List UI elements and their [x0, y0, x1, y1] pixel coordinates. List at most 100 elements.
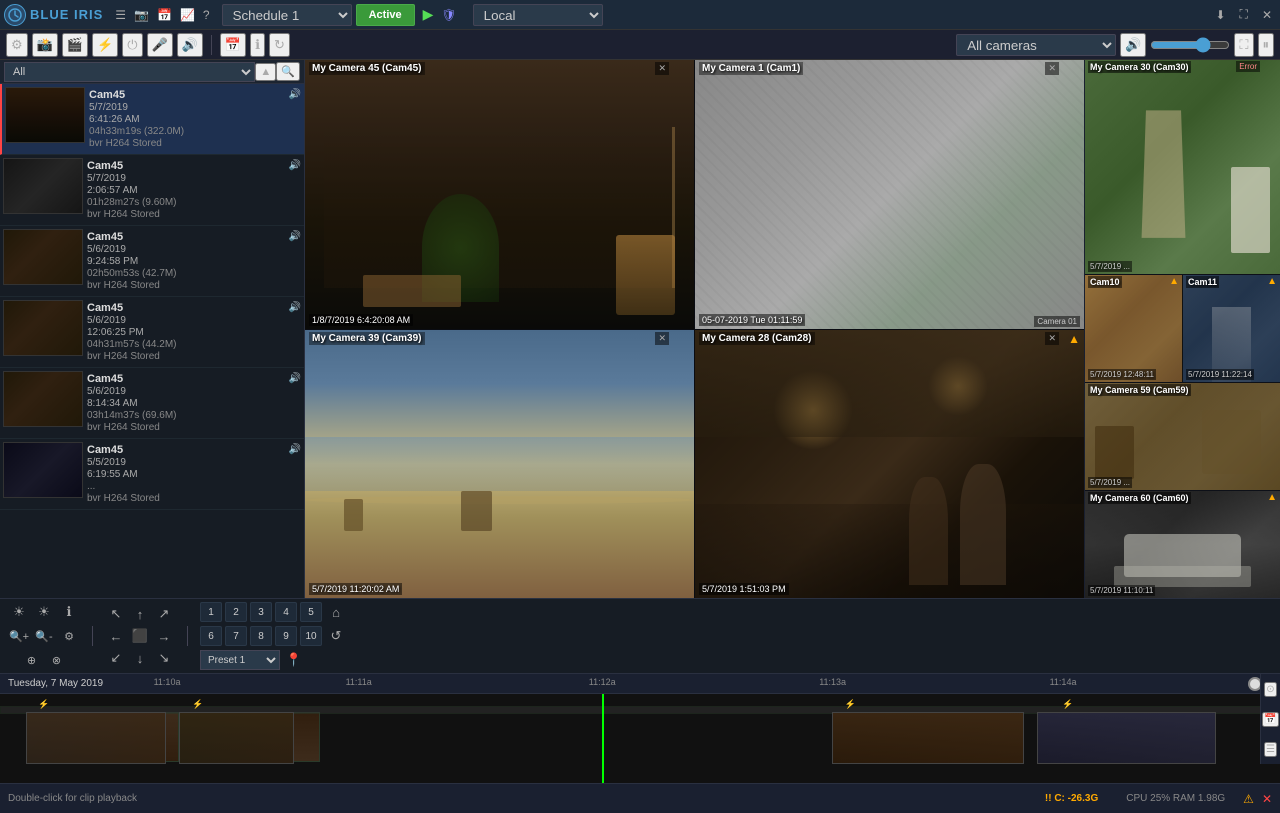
sidebar-zoom-in[interactable]: 🔍 — [276, 62, 300, 81]
clip-item-0[interactable]: Cam45 5/7/2019 6:41:26 AM 04h33m19s (322… — [0, 84, 304, 155]
preset-9[interactable]: 9 — [275, 626, 297, 646]
cycle-btn[interactable]: ↺ — [325, 626, 347, 646]
status-bar: Double-click for clip playback !! C: -26… — [0, 783, 1280, 813]
zoom-out-btn[interactable]: 🔍- — [33, 626, 55, 646]
cam28-label: My Camera 28 (Cam28) — [699, 332, 815, 345]
camera-cell-cam1[interactable]: Camera 01 My Camera 1 (Cam1) 05-07-2019 … — [695, 60, 1084, 329]
ptz-center[interactable]: ⬛ — [129, 626, 151, 646]
camera-cell-cam10[interactable]: Cam10 ▲ 5/7/2019 12:48:11 — [1085, 275, 1182, 382]
thumb-3[interactable] — [832, 712, 1024, 764]
ptz-down[interactable]: ↓ — [129, 648, 151, 668]
tl-calendar[interactable]: 📅 — [1262, 712, 1278, 727]
clip-item-1[interactable]: Cam45 5/7/2019 2:06:57 AM 01h28m27s (9.6… — [0, 155, 304, 226]
zoom-in2-btn[interactable]: ⊕ — [21, 650, 43, 670]
zoom-out2-btn[interactable]: ⊗ — [46, 650, 68, 670]
expand-icon[interactable]: ⛶ — [1234, 33, 1253, 57]
preset-3[interactable]: 3 — [250, 602, 272, 622]
power-icon[interactable]: ⏻ — [122, 33, 142, 57]
ptz-left[interactable]: ← — [105, 626, 127, 646]
clip-info-5: Cam45 5/5/2019 6:19:55 AM ... bvr H264 S… — [83, 442, 289, 506]
tl-goto-start[interactable]: ⊙ — [1264, 682, 1276, 697]
controls-bar: ☀ ☀ ℹ 🔍+ 🔍- ⚙ ⊕ ⊗ ↖ ↑ ↗ ← ⬛ → ↙ ↓ ↘ 1 2 … — [0, 598, 1280, 673]
preset-1[interactable]: 1 — [200, 602, 222, 622]
filter-select[interactable]: All — [4, 62, 255, 82]
schedule-icon[interactable]: 📅 — [153, 6, 176, 24]
active-button[interactable]: Active — [356, 4, 415, 26]
time-marker-3: 11:12a — [589, 677, 616, 687]
sidebar-scroll-up[interactable]: ▲ — [255, 63, 276, 81]
trigger-icon[interactable]: ⚡ — [92, 33, 118, 57]
volume-icon[interactable]: 🔊 — [1120, 33, 1146, 57]
settings-icon[interactable]: ⚙ — [6, 33, 28, 57]
clip-item-2[interactable]: Cam45 5/6/2019 9:24:58 PM 02h50m53s (42.… — [0, 226, 304, 297]
snapshot-icon[interactable]: 📸 — [32, 33, 58, 57]
audio-icon[interactable]: 🔊 — [177, 33, 203, 57]
cam39-corner: ✕ — [655, 332, 669, 345]
camera-cell-cam11[interactable]: Cam11 ▲ 5/7/2019 11:22:14 — [1182, 275, 1280, 382]
camera-cell-cam45[interactable]: My Camera 45 (Cam45) 1/8/7/2019 6:4:20:0… — [305, 60, 694, 329]
ptz-upleft[interactable]: ↖ — [105, 604, 127, 624]
preset-7[interactable]: 7 — [225, 626, 247, 646]
clip-item-4[interactable]: Cam45 5/6/2019 8:14:34 AM 03h14m37s (69.… — [0, 368, 304, 439]
ptz-upright[interactable]: ↗ — [153, 604, 175, 624]
thumb-2[interactable] — [179, 712, 294, 764]
info-btn[interactable]: ℹ — [58, 602, 80, 622]
chart-icon[interactable]: 📈 — [176, 6, 199, 24]
sidebar-scroll[interactable]: Cam45 5/7/2019 6:41:26 AM 04h33m19s (322… — [0, 84, 304, 598]
camera-cell-cam60[interactable]: My Camera 60 (Cam60) ▲ 5/7/2019 11:10:11 — [1085, 491, 1280, 598]
clip-time-3: 12:06:25 PM — [87, 327, 285, 338]
zoom-in-btn[interactable]: 🔍+ — [8, 626, 30, 646]
pause-icon[interactable]: ⏸ — [1258, 33, 1275, 57]
ptz-downleft[interactable]: ↙ — [105, 648, 127, 668]
camera-cell-cam39[interactable]: My Camera 39 (Cam39) 5/7/2019 11:20:02 A… — [305, 330, 694, 599]
clip-name-5: Cam45 — [87, 444, 285, 456]
schedule-dropdown[interactable]: Schedule 1 — [222, 4, 352, 26]
camera-cell-cam30[interactable]: My Camera 30 (Cam30) Error 5/7/2019 ... — [1085, 60, 1280, 274]
status-close-btn[interactable]: ✕ — [1262, 792, 1272, 806]
close-icon[interactable]: ✕ — [1258, 6, 1276, 24]
calendar-icon[interactable]: 📅 — [220, 33, 246, 57]
clip-date-3: 5/6/2019 — [87, 315, 285, 326]
mic-icon[interactable]: 🎤 — [147, 33, 173, 57]
location-select[interactable]: Local — [473, 4, 603, 26]
info-icon[interactable]: ℹ — [250, 33, 265, 57]
preset-select[interactable]: Preset 1 — [200, 650, 280, 670]
clip-item-3[interactable]: Cam45 5/6/2019 12:06:25 PM 04h31m57s (44… — [0, 297, 304, 368]
shield-button[interactable]: 🛡 — [437, 6, 460, 24]
location-pin-btn[interactable]: 📍 — [283, 650, 305, 670]
preset-10[interactable]: 10 — [300, 626, 322, 646]
motion-marker-2: ⚡ — [192, 699, 203, 710]
timeline-cursor[interactable] — [602, 694, 604, 783]
menu-icon[interactable]: ☰ — [111, 6, 130, 24]
refresh-icon[interactable]: ↻ — [269, 33, 290, 57]
status-warn-icon: ⚠ — [1243, 792, 1254, 806]
record-icon[interactable]: 🎬 — [62, 33, 88, 57]
all-cameras-select[interactable]: All cameras — [956, 34, 1116, 56]
thumb-4[interactable] — [1037, 712, 1216, 764]
volume-slider[interactable] — [1150, 37, 1230, 53]
ptz-right[interactable]: → — [153, 626, 175, 646]
brightness-low-btn[interactable]: ☀ — [8, 602, 30, 622]
preset-2[interactable]: 2 — [225, 602, 247, 622]
timeline-right-buttons: ⊙ 📅 ☰ — [1260, 674, 1280, 764]
preset-6[interactable]: 6 — [200, 626, 222, 646]
tl-list[interactable]: ☰ — [1264, 742, 1277, 757]
help-icon[interactable]: ? — [199, 6, 214, 24]
ptz-downright[interactable]: ↘ — [153, 648, 175, 668]
play-button[interactable]: ▶ — [419, 4, 438, 25]
timeline-scroll[interactable]: ⚡ ⚡ ⚡ ⚡ — [0, 694, 1280, 783]
camera-icon[interactable]: 📷 — [130, 6, 153, 24]
ptz-up[interactable]: ↑ — [129, 604, 151, 624]
preset-5[interactable]: 5 — [300, 602, 322, 622]
settings2-btn[interactable]: ⚙ — [58, 626, 80, 646]
preset-4[interactable]: 4 — [275, 602, 297, 622]
download-icon[interactable]: ⬇ — [1211, 6, 1229, 24]
camera-cell-cam28[interactable]: My Camera 28 (Cam28) 5/7/2019 1:51:03 PM… — [695, 330, 1084, 599]
camera-cell-cam59[interactable]: My Camera 59 (Cam59) 5/7/2019 ... — [1085, 383, 1280, 490]
fullscreen-icon[interactable]: ⛶ — [1236, 5, 1252, 24]
brightness-high-btn[interactable]: ☀ — [33, 602, 55, 622]
thumb-1[interactable] — [26, 712, 167, 764]
preset-8[interactable]: 8 — [250, 626, 272, 646]
clip-item-5[interactable]: Cam45 5/5/2019 6:19:55 AM ... bvr H264 S… — [0, 439, 304, 510]
home-btn[interactable]: ⌂ — [325, 602, 347, 622]
